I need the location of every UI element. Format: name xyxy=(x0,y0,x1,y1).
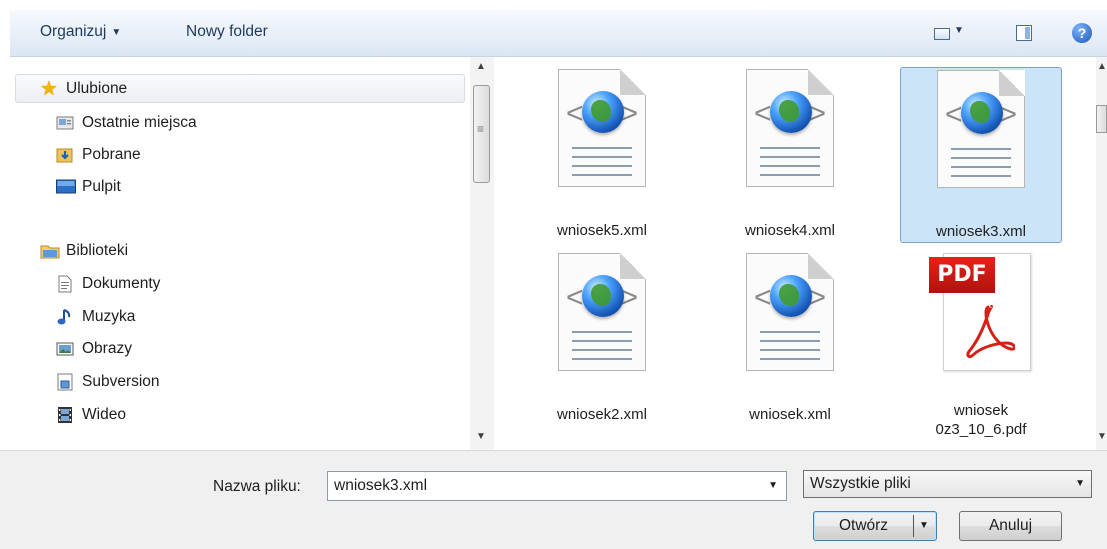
nav-item-label: Pobrane xyxy=(82,146,141,163)
open-button-label: Otwórz xyxy=(838,517,889,534)
split-divider xyxy=(913,515,914,537)
dialog-footer: Nazwa pliku: wniosek3.xml ▼ Wszystkie pl… xyxy=(0,450,1107,549)
desktop-icon xyxy=(56,178,76,196)
file-name: wniosek3.xml xyxy=(935,223,1027,240)
nav-item-subversion[interactable]: Subversion xyxy=(56,369,160,395)
file-name-line2: 0z3_10_6.pdf xyxy=(935,421,1027,438)
filename-label: Nazwa pliku: xyxy=(213,478,301,495)
open-button[interactable]: Otwórz ▼ xyxy=(813,511,937,541)
organize-button[interactable]: Organizuj ▼ xyxy=(40,23,121,41)
nav-item-recent-places[interactable]: Ostatnie miejsca xyxy=(56,110,197,136)
scroll-down-arrow-icon[interactable]: ▼ xyxy=(476,431,486,442)
pdf-file-icon: PDF xyxy=(929,253,1031,371)
recent-places-icon xyxy=(56,114,74,132)
xml-file-icon: < > xyxy=(937,70,1025,188)
scroll-up-arrow-icon[interactable]: ▲ xyxy=(476,61,486,72)
file-type-value: Wszystkie pliki xyxy=(810,475,911,492)
star-icon: ★ xyxy=(40,77,58,100)
nav-libraries[interactable]: Biblioteki xyxy=(40,238,128,264)
file-name: wniosek2.xml xyxy=(556,406,648,423)
libraries-icon xyxy=(40,242,60,260)
music-note-icon xyxy=(56,308,74,326)
pictures-icon xyxy=(56,340,74,358)
file-item[interactable]: < > wniosek4.xml xyxy=(709,69,871,241)
file-item[interactable]: PDF wniosek 0z3_10_6.pdf xyxy=(900,253,1062,448)
navigation-pane: ★ Ulubione Ostatnie miejsca Pobrane Pulp… xyxy=(10,57,465,450)
nav-scrollbar[interactable]: ▲ ▼ xyxy=(470,57,494,450)
acrobat-logo-icon xyxy=(966,305,1015,359)
help-icon[interactable]: ? xyxy=(1072,23,1092,43)
file-item[interactable]: < > wniosek5.xml xyxy=(521,69,683,241)
nav-item-label: Ostatnie miejsca xyxy=(82,114,197,131)
xml-file-icon: < > xyxy=(558,69,646,187)
file-list-scrollbar-thumb[interactable] xyxy=(1096,105,1107,133)
file-name: wniosek5.xml xyxy=(556,222,648,239)
chevron-down-icon[interactable]: ▼ xyxy=(768,480,778,491)
chevron-down-icon: ▼ xyxy=(1075,478,1085,489)
nav-item-desktop[interactable]: Pulpit xyxy=(56,174,121,200)
file-item-selected[interactable]: < > wniosek3.xml xyxy=(900,67,1062,243)
file-name-line1: wniosek xyxy=(953,402,1009,419)
scroll-down-arrow-icon[interactable]: ▼ xyxy=(1097,431,1107,442)
film-strip-icon xyxy=(56,406,74,424)
nav-favorites-label: Ulubione xyxy=(66,79,128,97)
file-item[interactable]: < > wniosek.xml xyxy=(709,253,871,425)
change-view-icon[interactable] xyxy=(934,28,950,40)
nav-libraries-label: Biblioteki xyxy=(66,242,129,259)
command-toolbar: Organizuj ▼ Nowy folder ▼ ? xyxy=(10,10,1107,57)
nav-item-label: Muzyka xyxy=(82,308,136,325)
filename-value: wniosek3.xml xyxy=(334,477,428,494)
xml-file-icon: < > xyxy=(746,69,834,187)
cancel-button[interactable]: Anuluj xyxy=(959,511,1062,541)
nav-scrollbar-thumb[interactable] xyxy=(473,85,490,183)
scroll-up-arrow-icon[interactable]: ▲ xyxy=(1097,61,1107,72)
file-list-scrollbar[interactable]: ▲ ▼ xyxy=(1096,57,1107,450)
preview-pane-icon[interactable] xyxy=(1016,25,1032,41)
filename-input[interactable]: wniosek3.xml ▼ xyxy=(327,471,787,501)
nav-item-pictures[interactable]: Obrazy xyxy=(56,336,132,362)
organize-label: Organizuj xyxy=(40,23,107,40)
nav-item-documents[interactable]: Dokumenty xyxy=(56,271,160,297)
file-name: wniosek4.xml xyxy=(744,222,836,239)
nav-favorites[interactable]: ★ Ulubione xyxy=(15,74,465,103)
view-options-chevron-icon[interactable]: ▼ xyxy=(954,25,964,36)
window-top-edge xyxy=(0,0,1107,10)
chevron-down-icon: ▼ xyxy=(111,27,122,38)
file-name: wniosek.xml xyxy=(749,406,831,423)
xml-file-icon: < > xyxy=(558,253,646,371)
xml-file-icon: < > xyxy=(746,253,834,371)
file-type-select[interactable]: Wszystkie pliki ▼ xyxy=(803,470,1092,498)
nav-item-label: Obrazy xyxy=(82,340,132,357)
new-folder-button[interactable]: Nowy folder xyxy=(186,23,268,41)
pdf-badge: PDF xyxy=(929,257,995,293)
nav-item-downloads[interactable]: Pobrane xyxy=(56,142,141,168)
nav-item-label: Pulpit xyxy=(82,178,121,195)
nav-item-music[interactable]: Muzyka xyxy=(56,304,135,330)
downloads-folder-icon xyxy=(56,146,74,164)
nav-item-label: Subversion xyxy=(82,373,160,390)
open-options-chevron-icon[interactable]: ▼ xyxy=(919,512,929,540)
nav-item-label: Wideo xyxy=(82,406,126,423)
nav-item-label: Dokumenty xyxy=(82,275,161,292)
file-list: < > wniosek5.xml < > wniosek4.xml < > wnios… xyxy=(494,57,1096,450)
documents-icon xyxy=(56,275,74,293)
file-item[interactable]: < > wniosek2.xml xyxy=(521,253,683,425)
nav-item-videos[interactable]: Wideo xyxy=(56,402,126,428)
subversion-library-icon xyxy=(56,373,74,391)
